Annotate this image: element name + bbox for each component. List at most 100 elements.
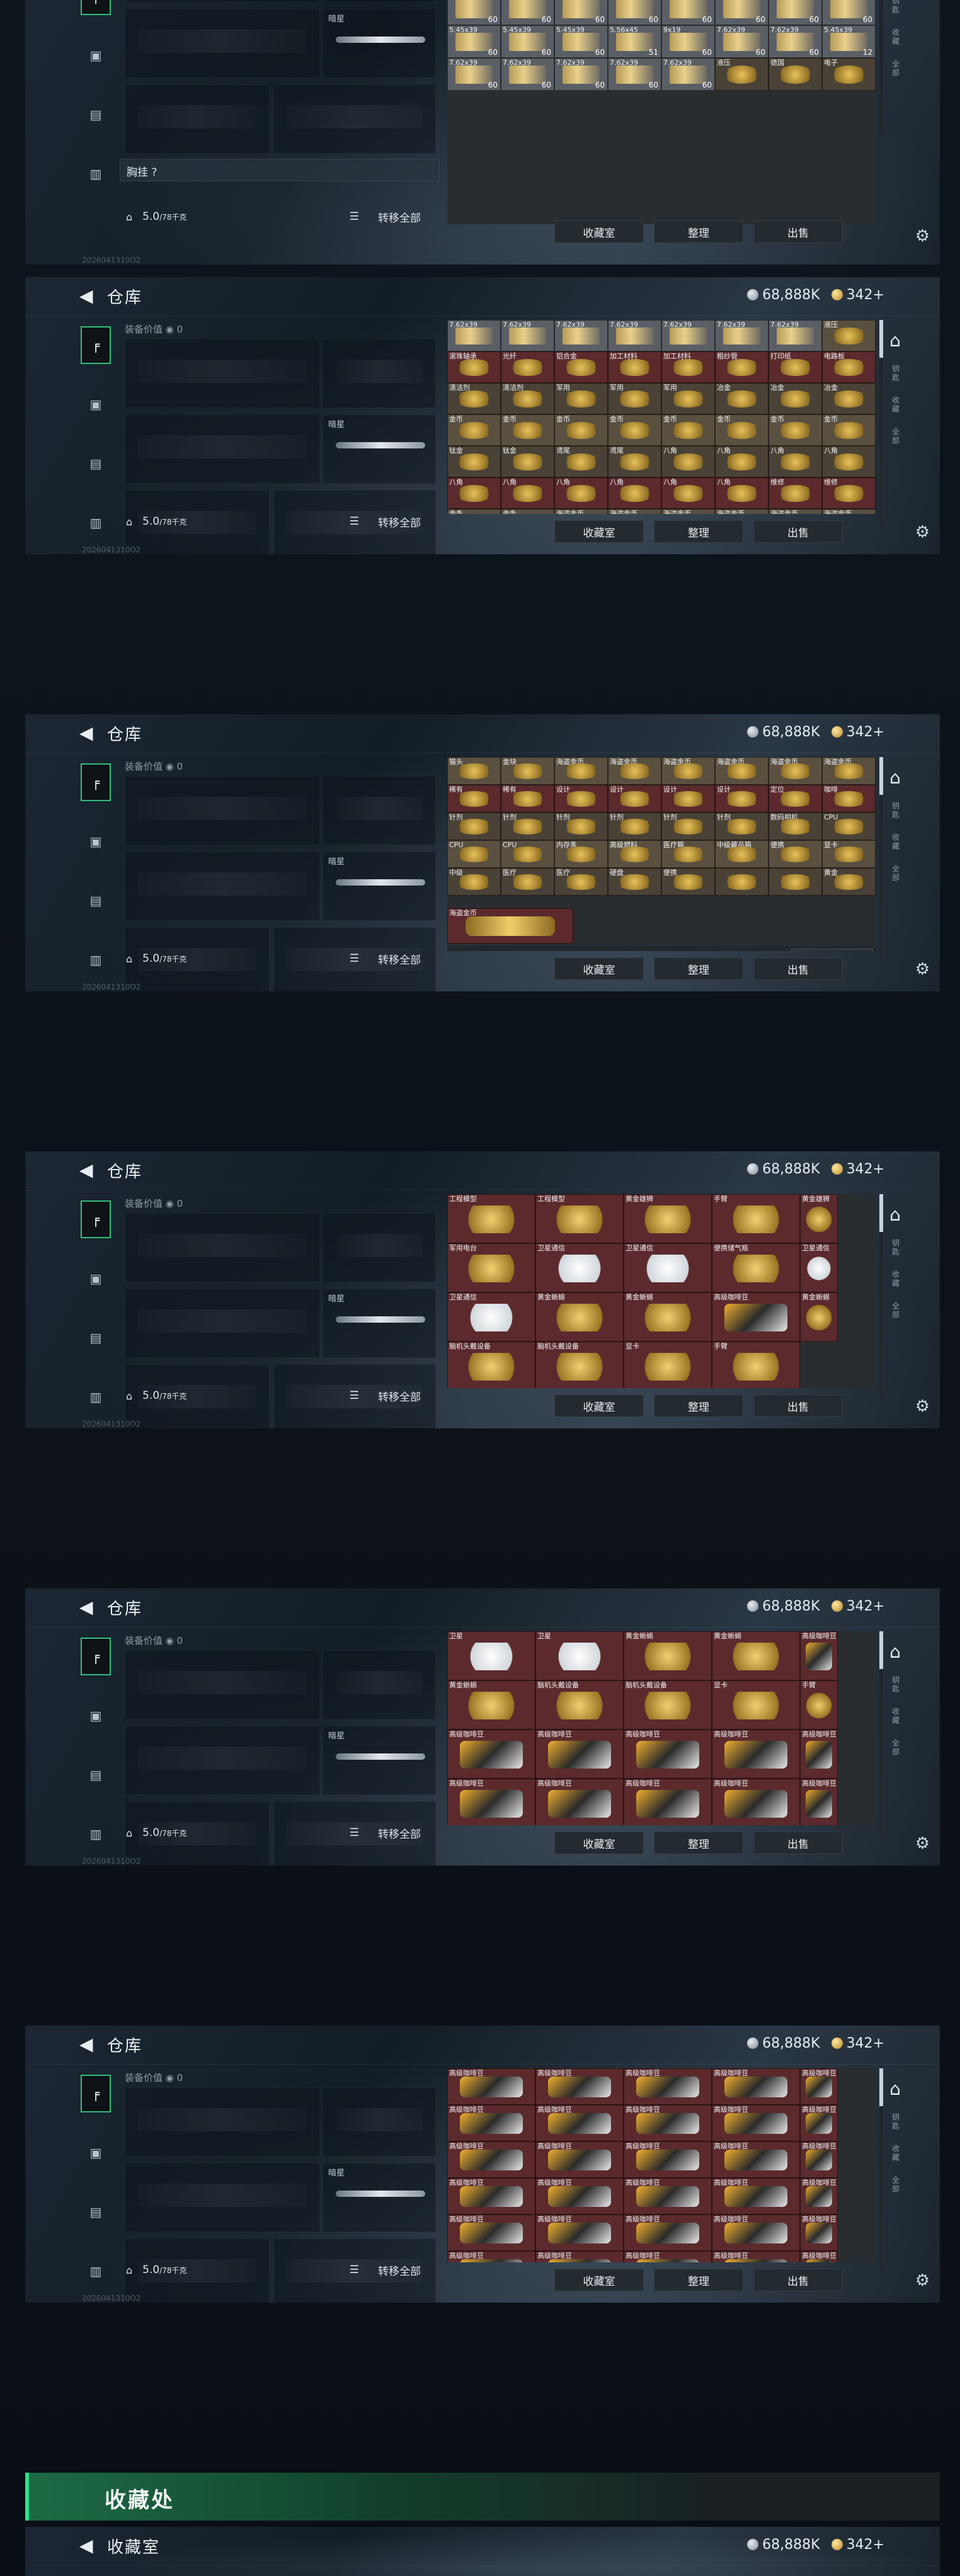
- pistol-slot[interactable]: [323, 1650, 436, 1719]
- stash-item[interactable]: 显卡: [712, 1680, 800, 1730]
- organize-button[interactable]: 整理: [654, 220, 743, 243]
- settings-icon[interactable]: ⚙: [915, 960, 930, 979]
- helmet-slot[interactable]: [125, 84, 270, 154]
- stash-item[interactable]: 稀有: [447, 785, 501, 812]
- stash-item[interactable]: 中级藏品箱: [715, 840, 769, 868]
- sell-button[interactable]: 出售: [753, 957, 843, 980]
- stash-item[interactable]: 针剂: [554, 812, 608, 840]
- stash-item[interactable]: 5.45x3960: [715, 0, 769, 25]
- stash-item[interactable]: 5.45x3960: [554, 0, 608, 25]
- stash-item[interactable]: 5.45x3960: [447, 25, 501, 58]
- stash-item[interactable]: 7.62x39 60: [554, 58, 608, 91]
- stash-item[interactable]: 7.62x39: [554, 320, 608, 351]
- secondary-weapon-slot[interactable]: [125, 1289, 320, 1358]
- sort-icon[interactable]: ⌂: [889, 330, 902, 351]
- rail-filter[interactable]: 全部: [891, 2176, 901, 2194]
- stash-item[interactable]: 5.56x45 51: [608, 25, 661, 58]
- upgrade-go-button[interactable]: 前往: [791, 949, 873, 951]
- settings-icon[interactable]: ⚙: [915, 523, 930, 542]
- stash-item[interactable]: [715, 868, 769, 896]
- gun-tab[interactable]: ╒: [81, 1200, 111, 1238]
- rail-filter[interactable]: 收藏: [891, 2145, 901, 2162]
- stash-item[interactable]: 高级咖啡豆: [447, 2068, 535, 2105]
- sort-icon[interactable]: ⌂: [889, 1641, 902, 1662]
- stash-item[interactable]: 八角: [447, 477, 501, 509]
- stash-item[interactable]: 加工材料: [661, 351, 715, 383]
- stash-item[interactable]: 卫星: [447, 1631, 535, 1680]
- pistol-slot[interactable]: [323, 1213, 436, 1282]
- stash-item[interactable]: 钛金: [447, 446, 501, 477]
- stash-item[interactable]: 5.45x3960: [822, 0, 876, 25]
- stash-item[interactable]: 高级咖啡豆: [800, 2141, 838, 2178]
- stash-item[interactable]: 高级咖啡豆: [800, 1730, 838, 1779]
- settings-icon[interactable]: ⚙: [915, 227, 930, 246]
- stash-item[interactable]: 液压: [822, 320, 876, 351]
- stash-item[interactable]: 高级咖啡豆: [712, 2105, 800, 2141]
- list-icon[interactable]: ☰: [350, 1389, 359, 1402]
- stash-item[interactable]: 高级咖啡豆: [800, 2068, 838, 2105]
- gun-tab[interactable]: ╒: [81, 326, 111, 364]
- stash-item[interactable]: 脑机头戴设备: [535, 1680, 624, 1730]
- stash-item[interactable]: 高级咖啡豆: [800, 2214, 838, 2251]
- organize-button[interactable]: 整理: [654, 1832, 743, 1854]
- primary-weapon-slot[interactable]: [125, 1213, 320, 1282]
- stash-item[interactable]: 冶金: [715, 383, 769, 414]
- stash-item[interactable]: 脑机头戴设备: [535, 1342, 624, 1388]
- sell-button[interactable]: 出售: [753, 520, 843, 543]
- melee-slot[interactable]: 暗星: [323, 1726, 436, 1795]
- stash-item[interactable]: 鸢尾: [554, 446, 608, 477]
- stash-item[interactable]: 5.45x39 12: [822, 25, 876, 58]
- stash-item[interactable]: 海盗金币: [608, 757, 661, 785]
- stash-item[interactable]: 鸢尾: [608, 446, 661, 477]
- stash-item[interactable]: 高级咖啡豆: [712, 1779, 800, 1825]
- rail-filter[interactable]: 收藏: [891, 396, 901, 414]
- armor-tab[interactable]: ▤: [81, 96, 111, 134]
- stash-item[interactable]: 海盗金币: [554, 509, 608, 514]
- stash-item[interactable]: 7.62x39: [715, 320, 769, 351]
- stash-item[interactable]: 设计: [715, 785, 769, 812]
- stash-item[interactable]: 清洁剂: [501, 383, 554, 414]
- stash-item[interactable]: 海盗金币: [715, 509, 769, 514]
- stash-item[interactable]: 内存条: [554, 840, 608, 868]
- stash-item[interactable]: 黄金蜥蜴: [624, 1292, 712, 1342]
- rail-filter[interactable]: 收藏: [891, 833, 901, 851]
- stash-item[interactable]: 中级: [447, 868, 501, 896]
- stash-item[interactable]: 金币: [822, 414, 876, 446]
- stash-item[interactable]: 海盗金币: [554, 757, 608, 785]
- armor-tab[interactable]: ▤: [81, 1756, 111, 1794]
- stash-item[interactable]: 海盗金币: [769, 757, 822, 785]
- stash-item[interactable]: 便携储气瓶: [712, 1243, 800, 1292]
- gun-tab[interactable]: ╒: [81, 0, 111, 15]
- bag-tab[interactable]: ▣: [81, 385, 111, 423]
- stash-item[interactable]: CPU: [501, 840, 554, 868]
- chest-rig-slot[interactable]: 胸挂 ?: [120, 159, 440, 181]
- stash-item[interactable]: 维修: [769, 477, 822, 509]
- stash-item[interactable]: 海盗金币: [769, 509, 822, 514]
- sell-button[interactable]: 出售: [753, 1394, 843, 1417]
- stash-item[interactable]: 高级咖啡豆: [624, 2251, 712, 2262]
- stash-item[interactable]: 高级咖啡豆: [712, 1292, 800, 1342]
- stash-item[interactable]: 猫头: [447, 757, 501, 785]
- collection-room-button[interactable]: 收藏室: [554, 957, 644, 980]
- stash-item[interactable]: 5.45x3960: [554, 25, 608, 58]
- stash-item[interactable]: 海盗金币: [822, 509, 876, 514]
- bag-tab[interactable]: ▣: [81, 2134, 111, 2172]
- stash-item[interactable]: 针剂: [501, 812, 554, 840]
- stash-item[interactable]: 高级咖啡豆: [800, 1779, 838, 1825]
- collection-room-button[interactable]: 收藏室: [554, 220, 644, 243]
- stash-item[interactable]: 金币: [661, 414, 715, 446]
- stash-item[interactable]: 医疗: [501, 868, 554, 896]
- stash-item[interactable]: 7.62x39 60: [769, 25, 822, 58]
- organize-button[interactable]: 整理: [654, 957, 743, 980]
- stash-item[interactable]: 手臂: [800, 1680, 838, 1730]
- stash-item[interactable]: 便携: [661, 868, 715, 896]
- stash-item[interactable]: 海盗金币: [661, 509, 715, 514]
- primary-weapon-slot[interactable]: [125, 0, 320, 3]
- sort-icon[interactable]: ⌂: [889, 2078, 902, 2099]
- stash-item[interactable]: 冶金: [822, 383, 876, 414]
- stash-item[interactable]: 八角: [554, 477, 608, 509]
- pistol-slot[interactable]: [323, 0, 436, 3]
- stash-item[interactable]: 高级咖啡豆: [800, 2251, 838, 2262]
- stash-item[interactable]: 显卡: [822, 840, 876, 868]
- transfer-all-button[interactable]: 转移全部: [378, 514, 421, 530]
